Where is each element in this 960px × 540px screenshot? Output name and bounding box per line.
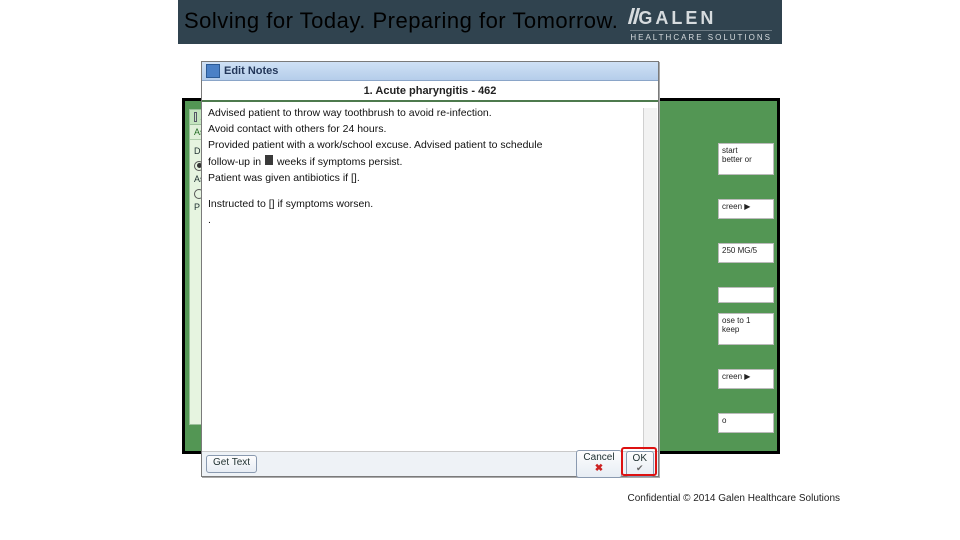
dialog-body[interactable]: Advised patient to throw way toothbrush … xyxy=(202,102,658,450)
cancel-button[interactable]: Cancel ✖ xyxy=(576,450,621,478)
table-row: ose to 1 keep xyxy=(718,313,774,345)
slide: Solving for Today. Preparing for Tomorro… xyxy=(0,0,960,540)
note-line: Patient was given antibiotics if []. xyxy=(208,171,652,186)
note-line: Advised patient to throw way toothbrush … xyxy=(208,106,652,121)
dialog-titlebar[interactable]: Edit Notes xyxy=(202,62,658,81)
background-app: Assessment/P Assessment/Plan Display For… xyxy=(185,101,777,451)
note-line: . xyxy=(208,213,652,228)
note-line: follow-up in weeks if symptoms persist. xyxy=(208,155,652,170)
dialog-button-bar: Get Text Cancel ✖ OK ✔ xyxy=(202,451,658,476)
logo-subtext: HEALTHCARE SOLUTIONS xyxy=(630,30,772,42)
ok-button[interactable]: OK ✔ xyxy=(626,451,654,478)
edit-notes-dialog: Edit Notes 1. Acute pharyngitis - 462 Ad… xyxy=(201,61,659,477)
tagline: Solving for Today. Preparing for Tomorro… xyxy=(184,8,618,34)
right-column-fragments: start better or creen ▶ 250 MG/5 ose to … xyxy=(718,109,774,433)
note-line: Provided patient with a work/school excu… xyxy=(208,138,652,153)
collapse-icon xyxy=(194,112,197,122)
note-line: Instructed to [] if symptoms worsen. xyxy=(208,197,652,212)
note-line: Avoid contact with others for 24 hours. xyxy=(208,122,652,137)
screenshot-frame: Assessment/P Assessment/Plan Display For… xyxy=(182,98,780,454)
check-icon: ✔ xyxy=(636,464,644,473)
dialog-window-title: Edit Notes xyxy=(224,65,278,77)
brand-logo: GALEN HEALTHCARE SOLUTIONS xyxy=(630,6,772,42)
close-icon: ✖ xyxy=(595,464,603,475)
vertical-scrollbar[interactable] xyxy=(643,108,657,450)
table-row: creen ▶ xyxy=(718,369,774,389)
table-row: 250 MG/5 xyxy=(718,243,774,263)
get-text-button[interactable]: Get Text xyxy=(206,455,257,473)
placeholder-field[interactable] xyxy=(265,155,273,165)
table-row: o xyxy=(718,413,774,433)
dialog-heading: 1. Acute pharyngitis - 462 xyxy=(202,81,658,102)
logo-text: GALEN xyxy=(638,8,716,28)
table-row xyxy=(718,287,774,303)
table-row: creen ▶ xyxy=(718,199,774,219)
logo-accent-icon xyxy=(630,8,638,26)
app-icon xyxy=(206,64,220,78)
slide-footer: Confidential © 2014 Galen Healthcare Sol… xyxy=(628,493,841,504)
table-row: start better or xyxy=(718,143,774,175)
